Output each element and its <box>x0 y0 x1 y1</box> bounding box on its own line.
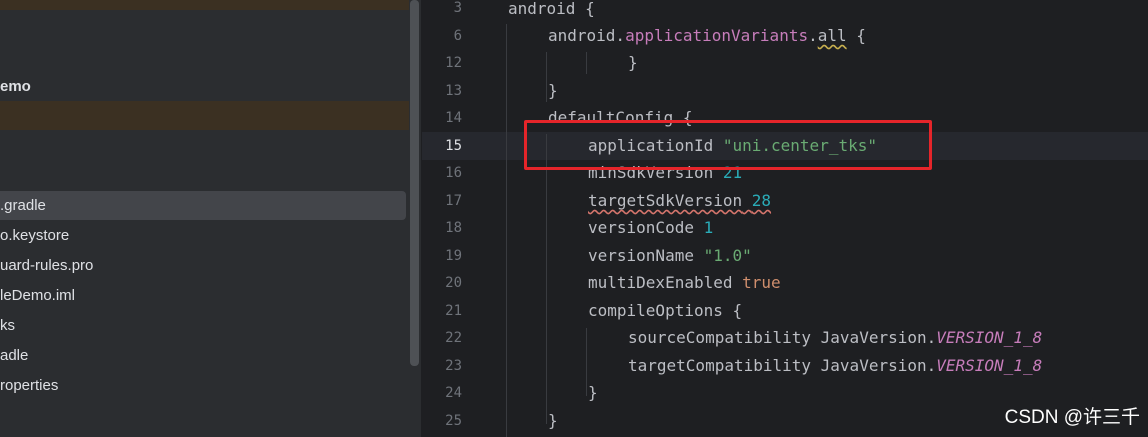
code-token: targetSdkVersion <box>588 191 743 210</box>
line-number: 14 <box>445 110 462 126</box>
watermark: CSDN @许三千 <box>1004 407 1140 428</box>
code-token: versionCode <box>588 218 704 237</box>
scrollbar-thumb[interactable] <box>410 0 419 366</box>
tree-row-highlight <box>0 101 409 130</box>
line-number: 18 <box>445 220 462 236</box>
code-line-20[interactable]: multiDexEnabled true <box>588 273 781 292</box>
line-number: 19 <box>445 248 462 264</box>
code-token: 28 <box>751 191 772 210</box>
code-line-18[interactable]: versionCode 1 <box>588 218 713 237</box>
code-token: android <box>508 0 576 18</box>
indent-guide <box>546 134 547 424</box>
line-number: 22 <box>445 330 462 346</box>
code-line-25[interactable]: } <box>548 411 558 430</box>
code-token: sourceCompatibility JavaVersion. <box>628 328 937 347</box>
line-number: 16 <box>445 165 462 181</box>
line-number-current: 15 <box>445 138 462 154</box>
tree-item-proguard-rules[interactable]: uard-rules.pro <box>0 252 93 280</box>
code-line-19[interactable]: versionName "1.0" <box>588 246 752 265</box>
code-token: VERSION_1_8 <box>936 356 1043 375</box>
line-number: 12 <box>445 55 462 71</box>
code-token: android. <box>548 26 626 45</box>
line-number: 25 <box>445 413 462 429</box>
tree-item-ks[interactable]: ks <box>0 312 15 340</box>
code-token: targetCompatibility JavaVersion. <box>628 356 937 375</box>
code-token: VERSION_1_8 <box>936 328 1043 347</box>
code-line-21[interactable]: compileOptions { <box>588 301 742 320</box>
line-number: 13 <box>445 83 462 99</box>
code-line-22[interactable]: sourceCompatibility JavaVersion.VERSION_… <box>628 328 1042 347</box>
annotation-highlight-box <box>524 120 932 170</box>
line-number: 20 <box>445 275 462 291</box>
tree-item-module[interactable]: emo <box>0 73 31 101</box>
indent-guide <box>586 52 587 74</box>
indent-guide <box>506 24 507 437</box>
code-line-24[interactable]: } <box>588 383 598 402</box>
line-number: 17 <box>445 193 462 209</box>
tree-item-gradle-file[interactable]: .gradle <box>0 192 46 220</box>
code-token: . <box>808 26 818 45</box>
code-editor[interactable]: 3 6 12 13 14 15 16 17 18 19 20 21 22 23 … <box>422 0 1148 437</box>
code-token: { <box>575 0 595 18</box>
tree-item-properties[interactable]: roperties <box>0 372 58 400</box>
code-line-3[interactable]: android { <box>508 0 595 18</box>
indent-guide <box>546 52 547 102</box>
line-number: 21 <box>445 303 462 319</box>
code-line-17[interactable]: targetSdkVersion 28 <box>588 191 771 210</box>
tree-row-selected-bg <box>0 191 406 220</box>
code-token: versionName <box>588 246 704 265</box>
code-line-6[interactable]: android.applicationVariants.all { <box>548 26 866 45</box>
tree-item-iml[interactable]: leDemo.iml <box>0 282 75 310</box>
project-panel: emo .gradle o.keystore uard-rules.pro le… <box>0 0 421 437</box>
code-token: multiDexEnabled <box>588 273 743 292</box>
indent-guide <box>586 328 587 396</box>
tree-item-keystore[interactable]: o.keystore <box>0 222 69 250</box>
line-number: 6 <box>453 28 462 44</box>
tree-item-gradle[interactable]: adle <box>0 342 28 370</box>
code-token: { <box>846 26 866 45</box>
code-token: true <box>742 273 781 292</box>
code-line-23[interactable]: targetCompatibility JavaVersion.VERSION_… <box>628 356 1042 375</box>
line-number: 3 <box>453 0 462 16</box>
line-number: 23 <box>445 358 462 374</box>
line-number: 24 <box>445 385 462 401</box>
code-line-12[interactable]: } <box>628 53 638 72</box>
tree-row-highlight <box>0 0 409 10</box>
code-token: 1 <box>703 218 714 237</box>
code-line-13[interactable]: } <box>548 81 558 100</box>
code-token: all <box>817 26 847 45</box>
code-token: applicationVariants <box>625 26 809 45</box>
code-token: "1.0" <box>703 246 752 265</box>
